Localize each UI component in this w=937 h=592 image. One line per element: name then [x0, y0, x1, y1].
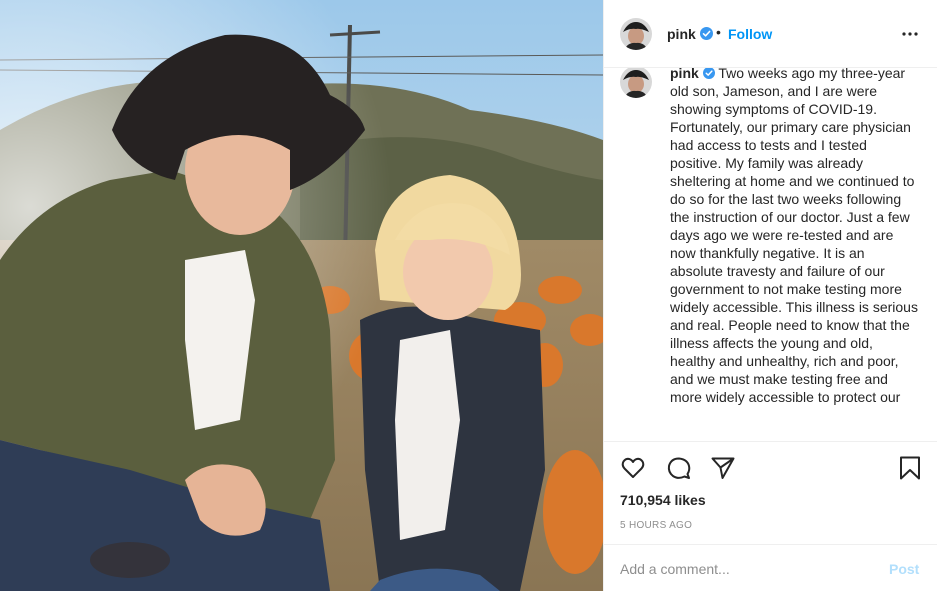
- comment-icon[interactable]: [666, 455, 692, 486]
- bookmark-icon[interactable]: [897, 455, 923, 486]
- post-photo[interactable]: [0, 0, 603, 591]
- comment-box: Post: [604, 544, 937, 592]
- more-options-icon[interactable]: [896, 24, 924, 44]
- verified-badge-icon: [702, 68, 715, 79]
- post-username[interactable]: pink: [667, 26, 696, 42]
- post-header: pink • Follow: [604, 0, 937, 68]
- follow-button[interactable]: Follow: [728, 26, 772, 42]
- share-icon[interactable]: [710, 455, 736, 486]
- post-side-panel: pink • Follow pink Two weeks ago my thre…: [603, 0, 937, 591]
- verified-badge-icon: [700, 27, 713, 40]
- avatar[interactable]: [620, 18, 652, 50]
- caption-avatar[interactable]: [620, 68, 652, 98]
- likes-count[interactable]: 710,954 likes: [620, 492, 706, 508]
- post-photo-image: [0, 0, 603, 591]
- avatar-image: [620, 18, 652, 50]
- comment-input[interactable]: [620, 559, 870, 579]
- separator-dot: •: [716, 24, 721, 40]
- post-actions: 710,954 likes 5 HOURS AGO Post: [604, 441, 937, 591]
- post-caption: pink Two weeks ago my three-year old son…: [670, 68, 920, 406]
- caption-username[interactable]: pink: [670, 68, 699, 81]
- post-comment-button[interactable]: Post: [889, 561, 919, 577]
- caption-avatar-image: [620, 68, 652, 98]
- heart-icon[interactable]: [620, 455, 646, 486]
- post-caption-area: pink Two weeks ago my three-year old son…: [604, 68, 937, 441]
- instagram-post-modal: pink • Follow pink Two weeks ago my thre…: [0, 0, 937, 591]
- caption-text: Two weeks ago my three-year old son, Jam…: [670, 68, 918, 405]
- post-timestamp[interactable]: 5 HOURS AGO: [620, 520, 692, 531]
